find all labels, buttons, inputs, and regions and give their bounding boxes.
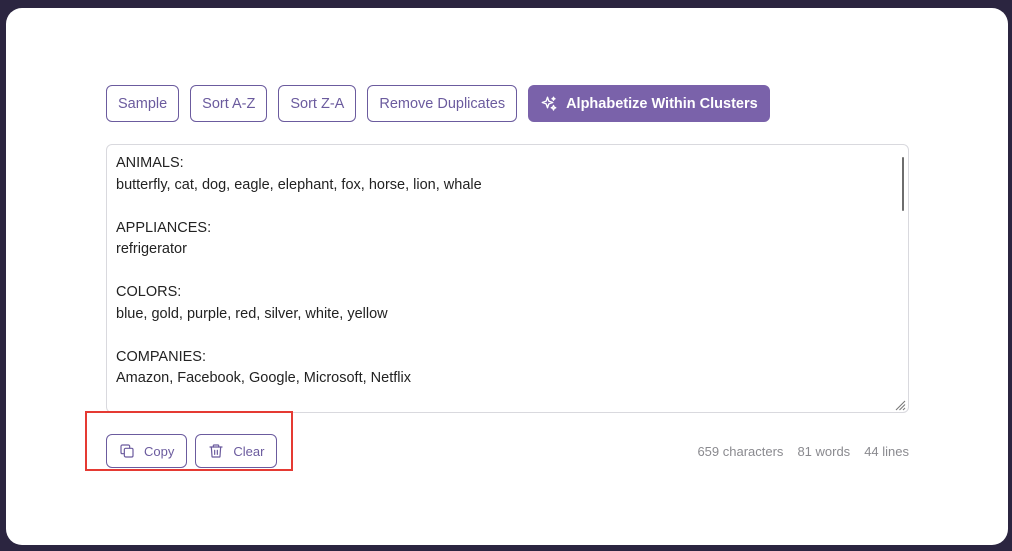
clear-label: Clear bbox=[233, 443, 265, 459]
resize-handle-icon[interactable] bbox=[894, 398, 906, 411]
remove-duplicates-button[interactable]: Remove Duplicates bbox=[367, 85, 518, 122]
alphabetize-within-clusters-button[interactable]: Alphabetize Within Clusters bbox=[528, 85, 770, 122]
word-count: 81 words bbox=[797, 444, 851, 459]
editor-scrollbar[interactable] bbox=[902, 157, 904, 211]
sparkles-icon bbox=[540, 95, 558, 113]
text-stats: 659 characters 81 words 44 lines bbox=[697, 444, 909, 459]
copy-label: Copy bbox=[144, 443, 175, 459]
line-count: 44 lines bbox=[864, 444, 909, 459]
character-count: 659 characters bbox=[697, 444, 784, 459]
editor-content[interactable]: ANIMALS: butterfly, cat, dog, eagle, ele… bbox=[116, 153, 890, 412]
sort-az-button[interactable]: Sort A-Z bbox=[190, 85, 268, 122]
clear-button[interactable]: Clear bbox=[195, 434, 278, 468]
toolbar: Sample Sort A-Z Sort Z-A Remove Duplicat… bbox=[106, 85, 770, 122]
copy-icon bbox=[119, 443, 135, 459]
editor-actions: Copy Clear bbox=[106, 434, 278, 468]
sample-button[interactable]: Sample bbox=[106, 85, 180, 122]
copy-button[interactable]: Copy bbox=[106, 434, 188, 468]
sort-za-button[interactable]: Sort Z-A bbox=[278, 85, 357, 122]
main-card: Sample Sort A-Z Sort Z-A Remove Duplicat… bbox=[6, 8, 1008, 545]
alphabetize-label: Alphabetize Within Clusters bbox=[566, 95, 758, 112]
text-editor[interactable]: ANIMALS: butterfly, cat, dog, eagle, ele… bbox=[106, 144, 909, 413]
trash-icon bbox=[208, 443, 224, 459]
